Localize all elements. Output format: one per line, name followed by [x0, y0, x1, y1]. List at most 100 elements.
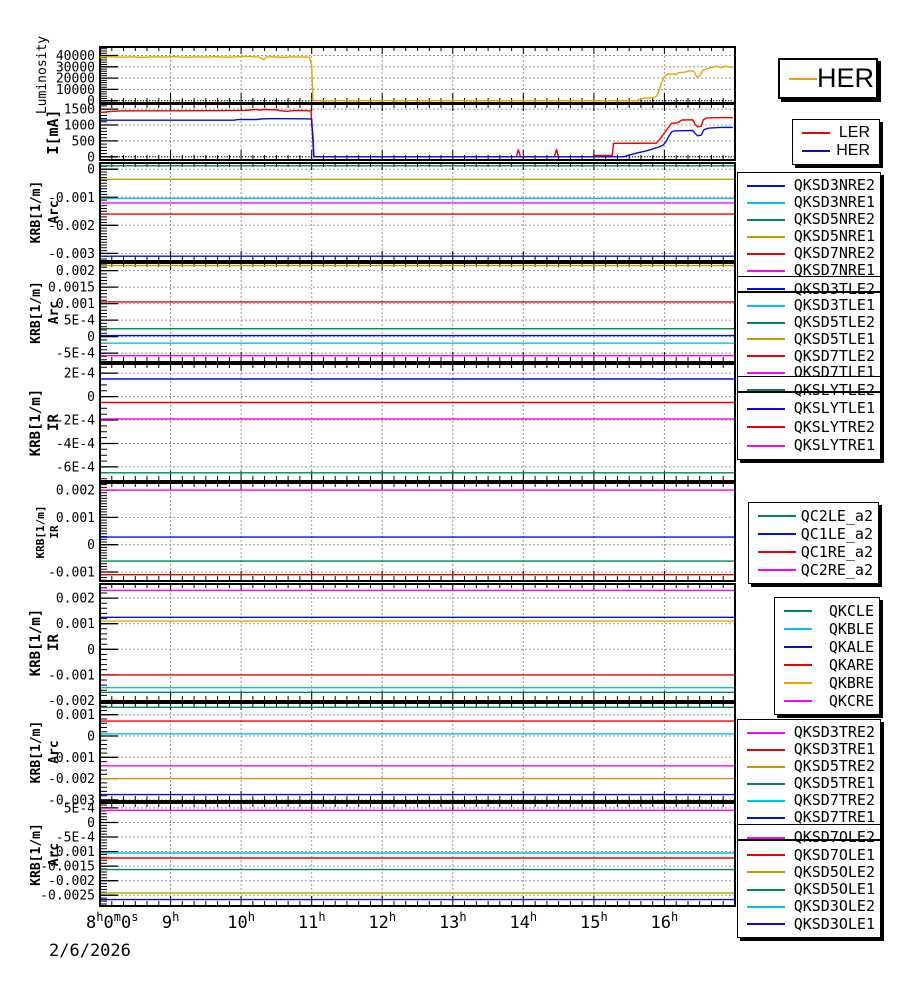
- panel-frame: [99, 103, 736, 161]
- legend-entry-label: QKSD7TRE2: [793, 791, 875, 809]
- x-ticks: [99, 365, 736, 480]
- y-tick-label: -4E-4: [56, 437, 95, 452]
- legend-entry: QKARE: [775, 656, 879, 674]
- legend-entry-label: QKSD5NRE1: [793, 227, 875, 245]
- gridlines: [101, 704, 734, 801]
- legend-entry-label: HER: [817, 63, 875, 93]
- y-minor-ticks: [100, 105, 107, 158]
- axis-title-krb-arc-nre: KRB[1/m]: [29, 181, 44, 244]
- legend-entry-label: QKALE: [828, 637, 874, 656]
- legend-entry: QKALE: [775, 638, 879, 656]
- legend-entry-label: QKSD3TLE1: [793, 296, 875, 315]
- legend-line-sample: [747, 235, 785, 238]
- axis-title-krb-arc-tle: Arc: [47, 301, 62, 324]
- legend-entry-label: QKSD3TLE2: [793, 279, 875, 298]
- panel-frame: [99, 482, 736, 582]
- legend-entry: QC1LE_a2: [749, 525, 878, 543]
- legend-line-sample: [747, 905, 785, 908]
- legend-entry-label: QKSLYTRE1: [793, 436, 875, 455]
- legend-entry-label: QKARE: [828, 655, 874, 674]
- gridlines: [101, 105, 734, 159]
- x-tick-label: 12h: [368, 910, 396, 933]
- legend-entry: QKSLYTRE2: [738, 418, 880, 437]
- y-tick-label: 500: [72, 134, 95, 149]
- axis-title-krb-arc-tre: KRB[1/m]: [29, 721, 44, 784]
- legend-entry: QKSLYTLE1: [738, 400, 880, 419]
- legend-line-sample: [789, 77, 817, 80]
- legend-line-sample: [747, 201, 785, 204]
- legend-entry-label: QKSD7TLE2: [793, 346, 875, 365]
- legend-line-sample: [747, 218, 785, 221]
- axis-title-krb-arc-ole: KRB[1/m]: [29, 823, 44, 886]
- y-tick-label: 0.002: [56, 264, 95, 279]
- y-minor-ticks: [100, 484, 107, 581]
- legend-line-sample: [747, 338, 785, 341]
- legend-line-sample: [747, 923, 785, 926]
- y-minor-ticks: [100, 263, 107, 361]
- x-tick-label: 14h: [509, 910, 537, 933]
- legend-entry-label: QKSD7NRE2: [793, 244, 875, 262]
- trace-HER-beam-current: [100, 117, 733, 158]
- legend-entry: HER: [793, 142, 879, 160]
- legend-line-sample: [758, 551, 796, 553]
- axis-title-krb-ir-qksly: IR: [46, 414, 62, 431]
- x-ticks: [99, 804, 736, 905]
- legend-line-sample: [784, 664, 812, 666]
- x-ticks: [99, 105, 736, 159]
- x-tick-label: 13h: [439, 910, 467, 933]
- y-tick-label: -0.002: [48, 772, 95, 787]
- legend-krb-ir-qk: QKCLE QKBLE QKALE QKARE QKBRE QKCRE: [774, 597, 880, 715]
- legend-overlap-line: [738, 839, 880, 841]
- x-tick-label: 10h: [227, 910, 255, 933]
- panel-frame: [99, 583, 736, 702]
- legend-entry-label: QKSLYTRE2: [793, 417, 875, 436]
- x-ticks: [99, 484, 736, 580]
- axis-title-luminosity: Luminosity: [35, 36, 50, 114]
- legend-line-sample: [747, 426, 785, 429]
- x-ticks: [99, 704, 736, 800]
- legend-overlap-line: [738, 291, 880, 293]
- panel-frame: [99, 702, 736, 802]
- legend-entry: QC2RE_a2: [749, 561, 878, 579]
- legend-overlap-line: [738, 391, 880, 393]
- legend-entry-label: QKSD7OLE1: [793, 845, 875, 864]
- x-ticks: [99, 585, 736, 700]
- gridlines: [101, 585, 734, 700]
- legend-line-sample: [802, 132, 830, 134]
- y-tick-label: -0.002: [48, 694, 95, 709]
- x-ticks: [99, 164, 736, 260]
- legend-line-sample: [747, 782, 785, 785]
- legend-entry: QKSD7TRE2: [738, 792, 880, 809]
- beam-monitor-chart: 40000 30000 20000 10000 0 Luminosity 1500 1000 5…: [0, 0, 900, 984]
- legend-line-sample: [802, 150, 830, 152]
- y-tick-label: -0.0025: [40, 889, 95, 904]
- y-tick-label: -0.001: [48, 566, 95, 581]
- y-tick-label: 0: [87, 730, 95, 745]
- legend-entry: QKSD5OLE2: [738, 864, 880, 881]
- y-minor-ticks: [100, 804, 107, 905]
- legend-entry-label: QC2LE_a2: [800, 506, 873, 525]
- panel-krb-arc-tre: 0.0010-0.001-0.002-0.003: [48, 702, 736, 808]
- y-tick-label: 0.001: [56, 708, 95, 723]
- legend-line-sample: [747, 444, 785, 447]
- legend-line-sample: [747, 304, 785, 307]
- x-tick-label: 16h: [651, 910, 679, 933]
- legend-krb-arc-tle: QKSD3TLE2 QKSD3TLE1 QKSD5TLE2 QKSD5TLE1 QKSD…: [737, 276, 881, 386]
- legend-line-sample: [747, 321, 785, 324]
- panel-beam-current: 150010005000: [64, 103, 736, 165]
- legend-entry: QKSD3TRE2: [738, 724, 880, 741]
- legend-entry: QKSD3TLE2: [738, 281, 880, 298]
- axis-title-krb-arc-ole: Arc: [47, 843, 62, 866]
- legend-entry-label: QC2RE_a2: [800, 560, 873, 579]
- y-tick-label: 0.001: [56, 511, 95, 526]
- y-tick-label: 5E-4: [64, 801, 95, 816]
- legend-entry: QKCLE: [775, 602, 879, 620]
- x-tick-label: 9h: [162, 910, 179, 933]
- y-tick-label: -0.001: [48, 668, 95, 683]
- panel-krb-arc-tle: 0.0020.00150.0015E-40-5E-4: [48, 262, 736, 363]
- legend-entry-label: QKSD3TRE1: [793, 740, 875, 758]
- legend-entry: QKSD5TRE1: [738, 775, 880, 792]
- legend-entry-label: QKCLE: [828, 601, 874, 620]
- legend-line-sample: [747, 871, 785, 874]
- legend-entry-label: QKSD5TLE2: [793, 313, 875, 332]
